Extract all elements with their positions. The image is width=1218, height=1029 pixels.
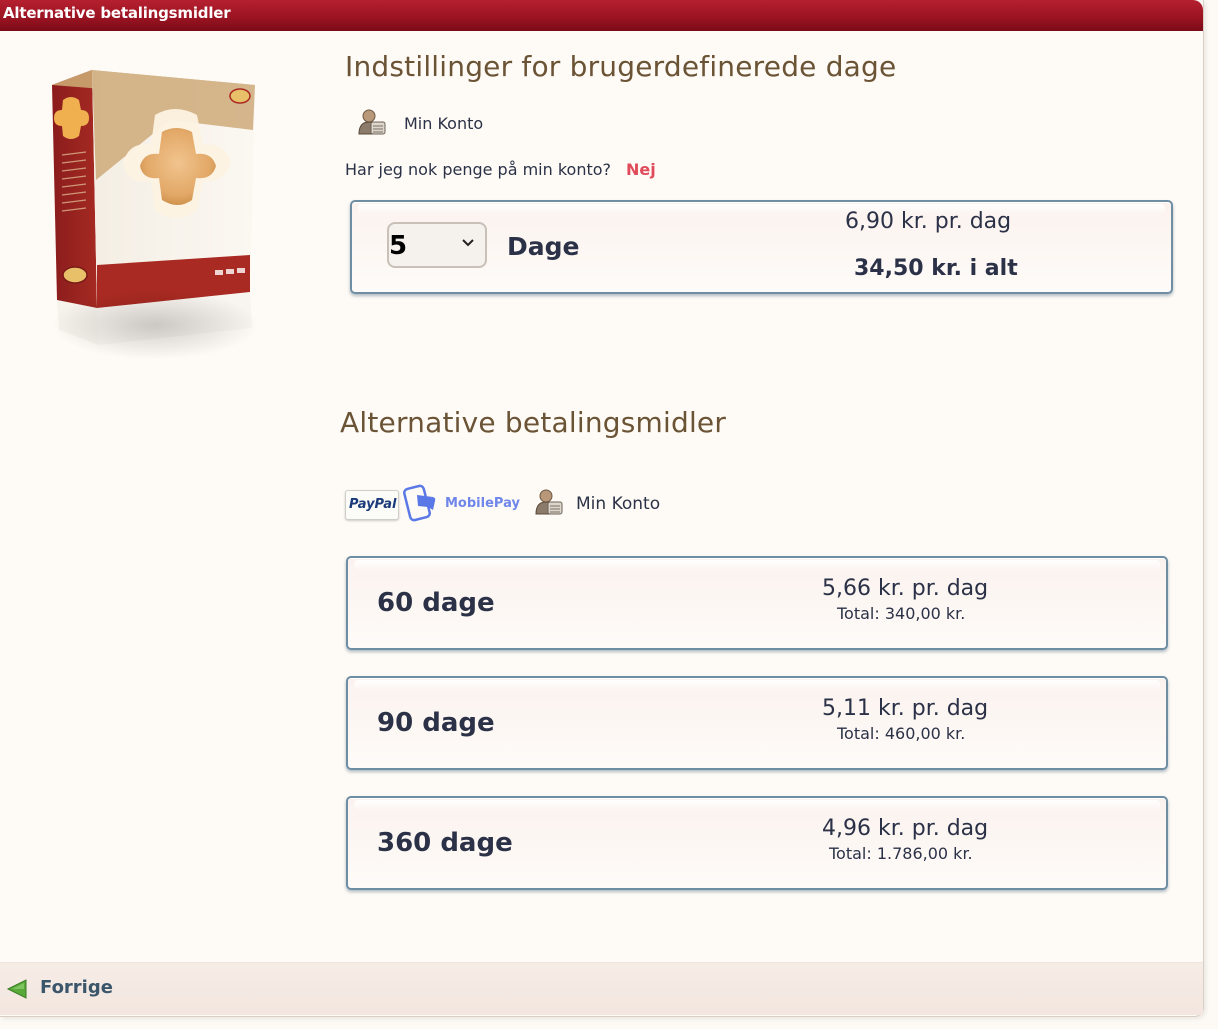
paypal-label: PayPal (349, 497, 397, 512)
account-pay-button[interactable]: Min Konto (533, 486, 663, 520)
balance-question: Har jeg nok penge på min konto? (345, 160, 612, 179)
plan-days: 60 dage (377, 588, 495, 618)
product-box-image (0, 60, 320, 360)
custom-price-total: 34,50 kr. i alt (854, 256, 1018, 281)
mobilepay-button[interactable]: MobilePay (403, 484, 521, 524)
days-label: Dage (507, 232, 580, 261)
custom-days-heading: Indstillinger for brugerdefinerede dage (345, 50, 897, 83)
account-icon (535, 489, 563, 515)
custom-price-per-day: 6,90 kr. pr. dag (845, 209, 1012, 234)
plan-card-360[interactable]: 360 dage 4,96 kr. pr. dag Total: 1.786,0… (346, 796, 1168, 890)
account-icon (358, 109, 386, 135)
days-select-value: 5 (389, 231, 408, 261)
days-select[interactable]: 5 (387, 222, 487, 268)
plan-per-day: 4,96 kr. pr. dag (822, 816, 989, 841)
plan-per-day: 5,11 kr. pr. dag (822, 696, 989, 721)
mobilepay-label: MobilePay (445, 496, 520, 511)
balance-answer: Nej (626, 160, 656, 179)
plan-days: 90 dage (377, 708, 495, 738)
title-bar: Alternative betalingsmidler (0, 0, 1203, 31)
plan-card-60[interactable]: 60 dage 5,66 kr. pr. dag Total: 340,00 k… (346, 556, 1168, 650)
plan-per-day: 5,66 kr. pr. dag (822, 576, 989, 601)
back-button[interactable]: Forrige (6, 973, 113, 1003)
footer-bar: Forrige (0, 962, 1203, 1015)
plan-total: Total: 460,00 kr. (837, 724, 966, 743)
chevron-down-icon (462, 239, 474, 247)
paypal-button[interactable]: PayPal (345, 490, 399, 520)
plan-total: Total: 340,00 kr. (837, 604, 966, 623)
plan-days: 360 dage (377, 828, 513, 858)
plan-card-90[interactable]: 90 dage 5,11 kr. pr. dag Total: 460,00 k… (346, 676, 1168, 770)
custom-days-card: 5 Dage 6,90 kr. pr. dag 34,50 kr. i alt (350, 200, 1173, 294)
back-label: Forrige (40, 977, 113, 998)
mobilepay-icon (403, 484, 436, 522)
back-arrow-icon (6, 979, 27, 999)
account-label: Min Konto (404, 114, 484, 133)
product-box-shadow (50, 290, 260, 360)
plan-total: Total: 1.786,00 kr. (829, 844, 973, 863)
alternative-heading: Alternative betalingsmidler (340, 406, 727, 439)
account-pay-label: Min Konto (576, 494, 661, 514)
window-title: Alternative betalingsmidler (3, 4, 231, 22)
app-window: Alternative betalingsmidler Indstillinge… (0, 0, 1204, 1017)
